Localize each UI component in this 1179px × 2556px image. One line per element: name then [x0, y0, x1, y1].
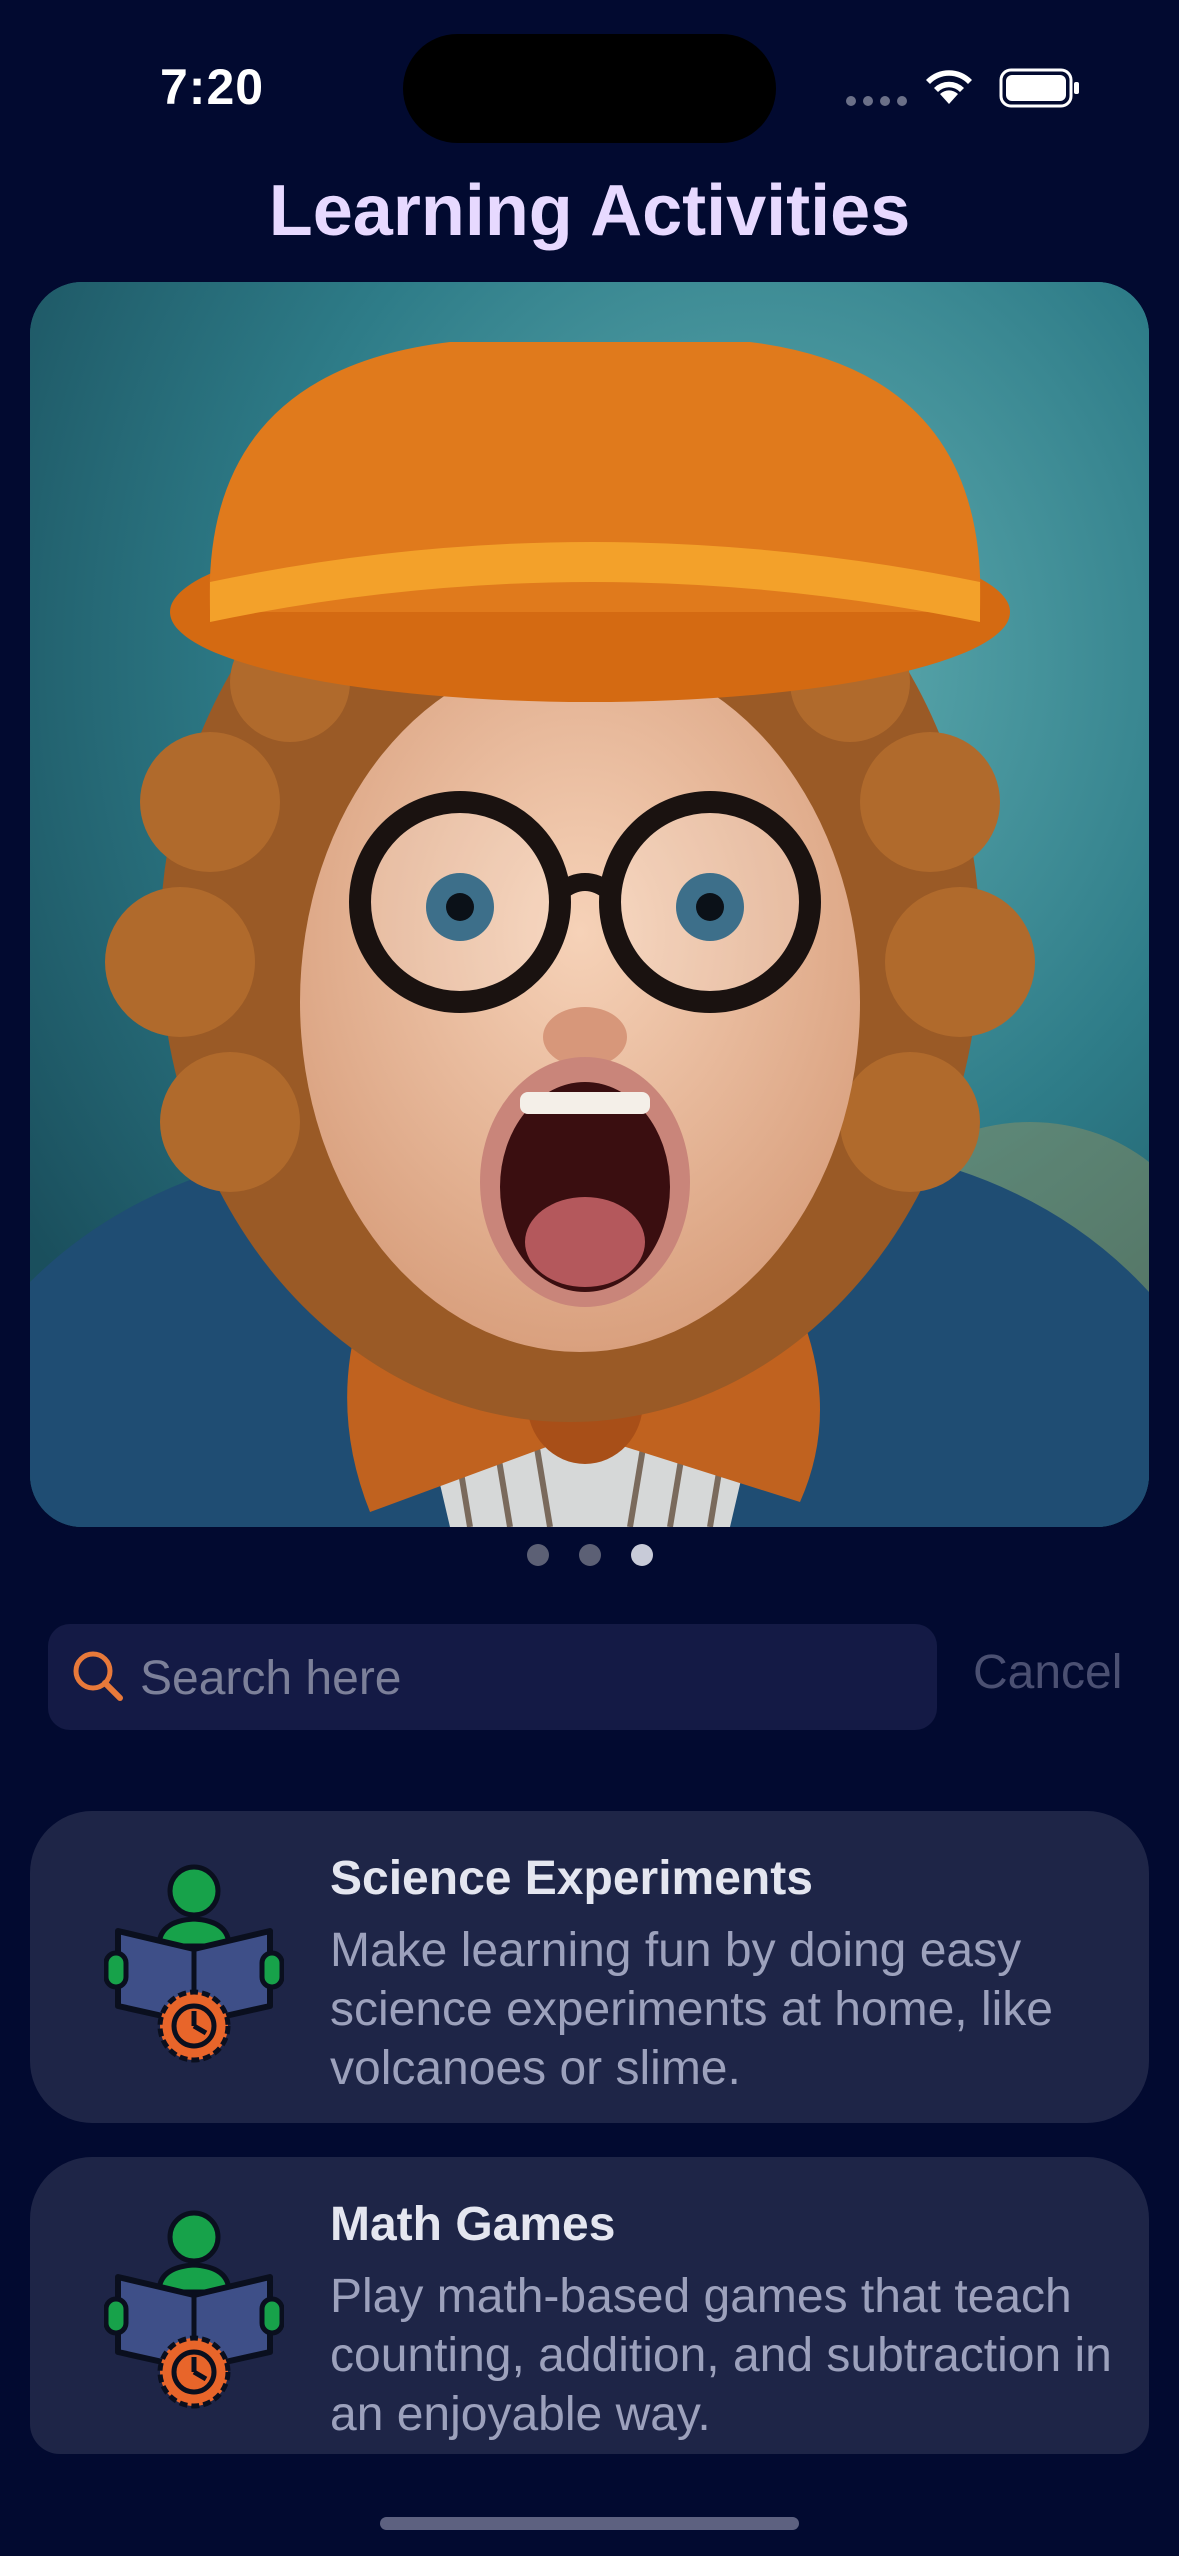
reading-student-icon — [104, 2210, 284, 2409]
cancel-button[interactable]: Cancel — [973, 1645, 1122, 1700]
activity-description: Make learning fun by doing easy science … — [330, 1924, 1053, 2095]
child-portrait-illustration — [30, 282, 1149, 1527]
page-dot-2[interactable] — [578, 1544, 601, 1566]
cellular-signal-icon — [846, 96, 907, 106]
activity-card-science-experiments[interactable]: Science Experiments Make learning fun by… — [30, 1811, 1149, 2123]
activity-card-math-games[interactable]: Math Games Play math-based games that te… — [30, 2157, 1149, 2454]
activity-title: Math Games — [330, 2198, 616, 2251]
wifi-icon — [926, 70, 972, 104]
carousel-page-indicator[interactable] — [0, 1544, 1179, 1566]
page-dot-3-active[interactable] — [630, 1544, 653, 1566]
status-bar: 7:20 — [0, 0, 1179, 160]
search-bar[interactable] — [48, 1624, 937, 1732]
activity-title: Science Experiments — [330, 1852, 813, 1905]
home-indicator[interactable] — [380, 2517, 799, 2530]
search-icon — [73, 1651, 123, 1701]
status-time: 7:20 — [160, 59, 265, 115]
activity-description: Play math-based games that teach countin… — [330, 2270, 1112, 2441]
page-title: Learning Activities — [268, 171, 911, 251]
carousel-image[interactable] — [30, 282, 1149, 1527]
reading-student-icon — [104, 1864, 284, 2063]
search-input[interactable] — [138, 1624, 922, 1732]
battery-icon — [999, 68, 1079, 108]
page-dot-1[interactable] — [526, 1544, 549, 1566]
dynamic-island — [403, 34, 776, 143]
